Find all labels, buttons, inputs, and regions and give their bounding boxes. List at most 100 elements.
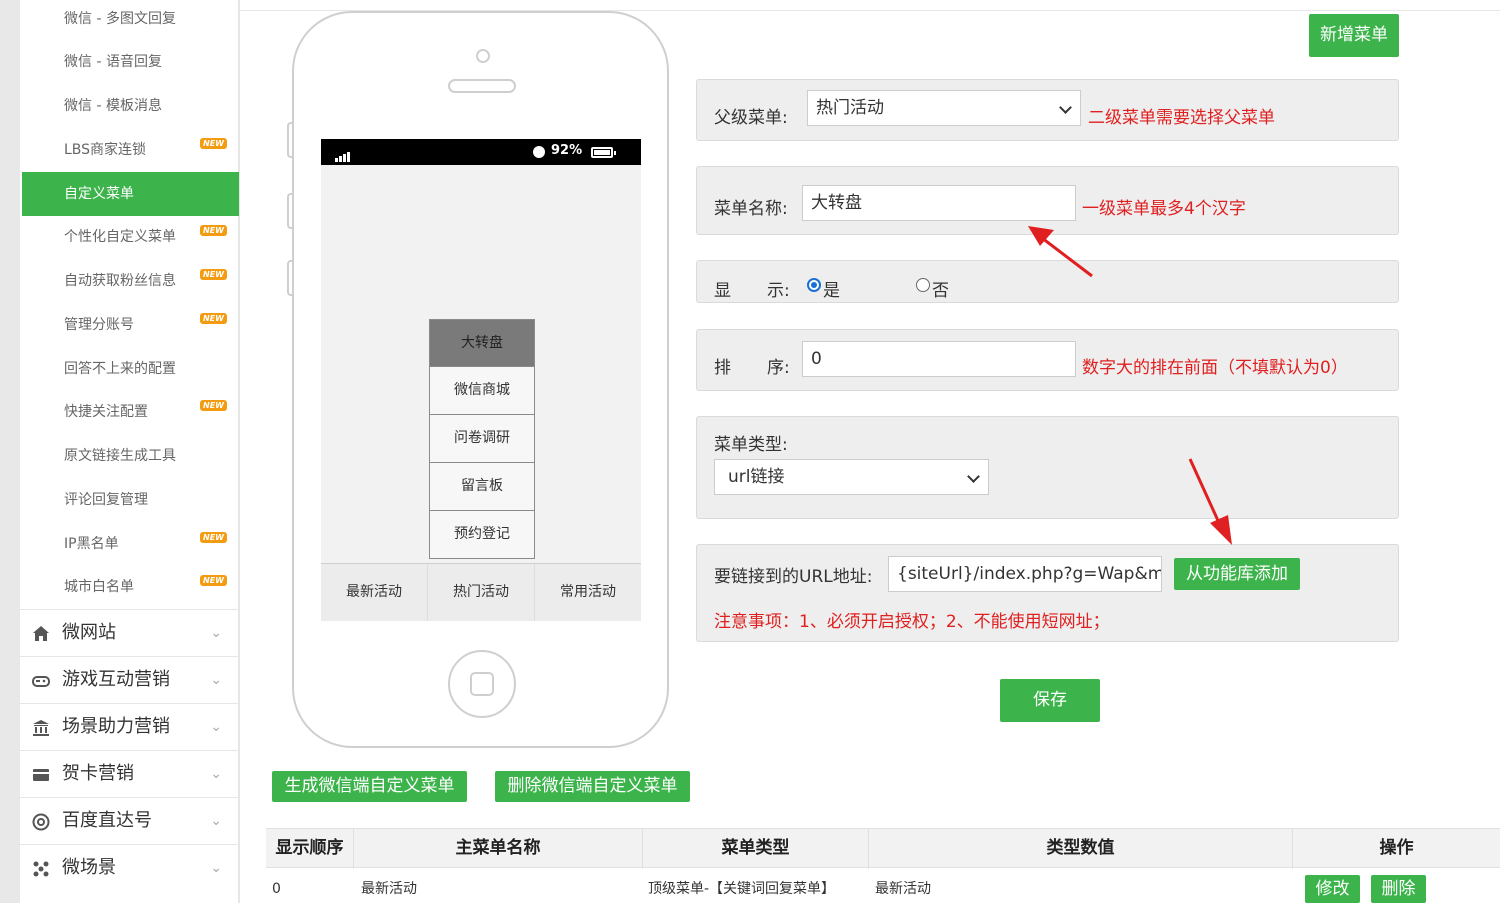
sidebar-item-micro-scene[interactable]: 微场景 ⌄ [20, 844, 238, 891]
sidebar-item-ip-blacklist[interactable]: IP黑名单 NEW [22, 522, 239, 566]
phone-menu-tab[interactable]: 热门活动 [428, 564, 535, 621]
sidebar-item-label: 贺卡营销 [62, 763, 134, 784]
chevron-down-icon: ⌄ [210, 766, 222, 782]
delete-wechat-menu-button[interactable]: 删除微信端自定义菜单 [495, 771, 690, 802]
save-button[interactable]: 保存 [1000, 679, 1100, 722]
phone-menu-tab[interactable]: 常用活动 [535, 564, 641, 621]
sidebar-item-label: 微网站 [62, 622, 116, 643]
delete-button[interactable]: 删除 [1371, 875, 1426, 903]
card-icon [33, 769, 49, 781]
sidebar-item-link-tool[interactable]: 原文链接生成工具 [22, 434, 239, 478]
url-input[interactable]: {siteUrl}/index.php?g=Wap&m=Lo [888, 556, 1162, 592]
show-label: 显 [714, 281, 731, 301]
submenu-item[interactable]: 问卷调研 [429, 415, 535, 463]
sidebar-item-label: 快捷关注配置 [64, 404, 148, 420]
sidebar-item-fans-info[interactable]: 自动获取粉丝信息 NEW [22, 259, 239, 303]
sidebar-item-comment-reply[interactable]: 评论回复管理 [22, 478, 239, 522]
chevron-down-icon: ⌄ [210, 813, 222, 829]
sidebar-item-lbs-chain[interactable]: LBS商家连锁 NEW [22, 128, 239, 172]
sidebar-item-micro-site[interactable]: 微网站 ⌄ [20, 609, 238, 656]
signal-icon [335, 147, 351, 162]
sidebar: 微信 - 多图文回复 微信 - 语音回复 微信 - 模板消息 LBS商家连锁 NE… [20, 0, 240, 903]
sidebar-item-city-whitelist[interactable]: 城市白名单 NEW [22, 565, 239, 609]
sidebar-item-multi-news-reply[interactable]: 微信 - 多图文回复 [22, 0, 239, 41]
parent-menu-select[interactable]: 热门活动 [807, 90, 1081, 126]
sidebar-item-label: 评论回复管理 [64, 492, 148, 508]
phone-camera [476, 49, 490, 63]
row-order: 0 [272, 881, 281, 897]
generate-menu-button[interactable]: 生成微信端自定义菜单 [272, 771, 467, 802]
edit-button[interactable]: 修改 [1305, 875, 1360, 903]
phone-menu-tab[interactable]: 最新活动 [321, 564, 428, 621]
new-badge: NEW [200, 138, 227, 149]
sidebar-item-scene-marketing[interactable]: 场景助力营销 ⌄ [20, 703, 238, 750]
column-header: 主菜单名称 [354, 829, 643, 869]
sidebar-item-label: 城市白名单 [64, 579, 134, 595]
sidebar-item-label: 回答不上来的配置 [64, 361, 176, 377]
menu-name-input[interactable]: 大转盘 [802, 185, 1076, 221]
row-value: 最新活动 [875, 881, 931, 897]
sidebar-item-game-marketing[interactable]: 游戏互动营销 ⌄ [20, 656, 238, 703]
sidebar-item-template-message[interactable]: 微信 - 模板消息 [22, 84, 239, 128]
parent-menu-hint: 二级菜单需要选择父菜单 [1088, 108, 1275, 128]
chevron-down-icon: ⌄ [210, 719, 222, 735]
left-gutter [0, 0, 20, 903]
show-label-colon: 示: [767, 281, 790, 301]
sidebar-item-sub-accounts[interactable]: 管理分账号 NEW [22, 303, 239, 347]
submenu-item[interactable]: 预约登记 [429, 511, 535, 559]
parent-menu-label: 父级菜单: [714, 108, 788, 128]
sidebar-item-label: IP黑名单 [64, 536, 119, 552]
phone-home-button [448, 650, 516, 718]
at-icon [32, 813, 50, 831]
parent-menu-panel: 父级菜单: 热门活动 二级菜单需要选择父菜单 [696, 79, 1399, 141]
chevron-down-icon: ⌄ [210, 860, 222, 876]
sidebar-item-fallback-config[interactable]: 回答不上来的配置 [22, 347, 239, 391]
sidebar-item-label: 原文链接生成工具 [64, 448, 176, 464]
sidebar-item-label: 游戏互动营销 [62, 669, 170, 690]
annotation-arrow-icon [1188, 458, 1232, 545]
sidebar-item-label: 管理分账号 [64, 317, 134, 333]
home-icon [33, 626, 49, 641]
menu-type-select[interactable]: url链接 [714, 459, 989, 495]
show-yes-radio[interactable] [807, 278, 821, 292]
sidebar-item-greeting-card[interactable]: 贺卡营销 ⌄ [20, 750, 238, 797]
submenu-item[interactable]: 大转盘 [429, 319, 535, 367]
add-menu-button[interactable]: 新增菜单 [1309, 14, 1399, 57]
sidebar-item-baidu-direct[interactable]: 百度直达号 ⌄ [20, 797, 238, 844]
show-no-radio[interactable] [916, 278, 930, 292]
sidebar-item-quick-follow[interactable]: 快捷关注配置 NEW [22, 390, 239, 434]
order-input[interactable]: 0 [802, 341, 1076, 377]
order-label-colon: 序: [767, 358, 790, 378]
sidebar-item-custom-menu[interactable]: 自定义菜单 [22, 172, 239, 216]
phone-screen: 92% 大转盘 微信商城 问卷调研 留言板 预约登记 最新活动 热门活动 常用活… [321, 139, 641, 621]
order-label: 排 [714, 358, 731, 378]
page: 微信 - 多图文回复 微信 - 语音回复 微信 - 模板消息 LBS商家连锁 NE… [0, 0, 1500, 903]
menu-name-hint: 一级菜单最多4个汉字 [1082, 199, 1246, 219]
sidebar-item-label: 微信 - 语音回复 [64, 54, 162, 70]
column-header: 操作 [1379, 838, 1414, 858]
gamepad-icon [32, 676, 50, 687]
submenu-item[interactable]: 留言板 [429, 463, 535, 511]
sidebar-item-voice-reply[interactable]: 微信 - 语音回复 [22, 40, 239, 84]
url-label: 要链接到的URL地址: [714, 567, 873, 587]
sidebar-item-label: LBS商家连锁 [64, 142, 147, 158]
chevron-down-icon: ⌄ [210, 625, 222, 641]
sidebar-item-label: 百度直达号 [62, 810, 152, 831]
menu-table-header: 显示顺序 主菜单名称 菜单类型 类型数值 操作 [266, 828, 1500, 869]
submenu-item[interactable]: 微信商城 [429, 367, 535, 415]
new-badge: NEW [200, 225, 227, 236]
new-badge: NEW [200, 400, 227, 411]
phone-submenu: 大转盘 微信商城 问卷调研 留言板 预约登记 [429, 319, 535, 559]
new-badge: NEW [200, 532, 227, 543]
menu-type-panel: 菜单类型: url链接 [696, 416, 1399, 519]
add-from-library-button[interactable]: 从功能库添加 [1174, 558, 1300, 590]
clock-icon [533, 146, 545, 158]
phone-speaker [448, 79, 516, 93]
annotation-arrow-icon [1028, 226, 1093, 278]
phone-menu-bar: 最新活动 热门活动 常用活动 [321, 563, 641, 621]
chevron-down-icon: ⌄ [210, 672, 222, 688]
sidebar-item-personalized-menu[interactable]: 个性化自定义菜单 NEW [22, 215, 239, 259]
order-panel: 排 序: 0 数字大的排在前面（不填默认为0） [696, 329, 1399, 391]
phone-preview: 92% 大转盘 微信商城 问卷调研 留言板 预约登记 最新活动 热门活动 常用活… [292, 11, 669, 748]
url-panel: 要链接到的URL地址: {siteUrl}/index.php?g=Wap&m=… [696, 544, 1399, 642]
